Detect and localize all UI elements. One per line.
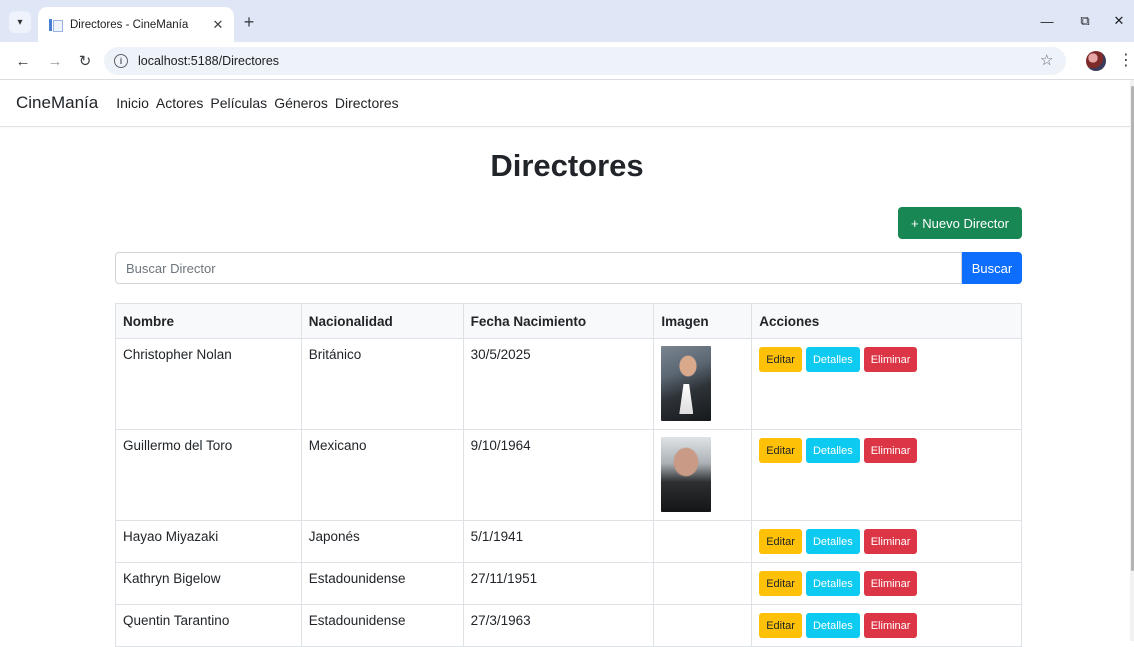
nav-link-actores[interactable]: Actores (156, 95, 203, 111)
window-close-icon[interactable]: ✕ (1104, 9, 1134, 33)
reload-icon[interactable]: ↻ (74, 50, 96, 72)
address-bar: ← → ↻ i localhost:5188/Directores ☆ (0, 42, 1134, 80)
table-row: Guillermo del Toro Mexicano 9/10/1964 Ed… (115, 429, 1022, 521)
nav-link-directores[interactable]: Directores (335, 95, 399, 111)
cell-birth-date: 5/1/1941 (462, 520, 655, 563)
minimize-icon[interactable]: — (1032, 9, 1062, 33)
details-button[interactable]: Detalles (805, 613, 860, 638)
cell-actions: Editar Detalles Eliminar (751, 338, 1022, 430)
cell-name: Kathryn Bigelow (115, 562, 302, 605)
table-header-row: Nombre Nacionalidad Fecha Nacimiento Ima… (115, 303, 1022, 339)
bookmark-star-icon[interactable]: ☆ (1040, 51, 1053, 69)
search-button[interactable]: Buscar (962, 252, 1022, 284)
details-button[interactable]: Detalles (805, 529, 860, 554)
cell-image (653, 562, 753, 605)
browser-tab[interactable]: Directores - CineManía ✕ (38, 7, 234, 42)
site-info-icon[interactable]: i (114, 54, 128, 68)
header-imagen: Imagen (653, 303, 753, 339)
brand-logo[interactable]: CineManía (16, 93, 98, 113)
director-photo (661, 346, 712, 421)
cell-birth-date: 30/5/2025 (462, 338, 655, 430)
new-director-button[interactable]: + Nuevo Director (898, 207, 1022, 239)
cell-actions: Editar Detalles Eliminar (751, 604, 1022, 647)
cell-actions: Editar Detalles Eliminar (751, 520, 1022, 563)
url-text: localhost:5188/Directores (138, 54, 280, 68)
edit-button[interactable]: Editar (759, 438, 802, 463)
edit-button[interactable]: Editar (759, 529, 802, 554)
delete-button[interactable]: Eliminar (863, 529, 918, 554)
cell-image (653, 429, 753, 521)
table-row: Hayao Miyazaki Japonés 5/1/1941 Editar D… (115, 520, 1022, 563)
table-row: Kathryn Bigelow Estadounidense 27/11/195… (115, 562, 1022, 605)
page-title: Directores (490, 148, 644, 183)
edit-button[interactable]: Editar (759, 571, 802, 596)
cell-image (653, 604, 753, 647)
table-row: Christopher Nolan Británico 30/5/2025 Ed… (115, 338, 1022, 430)
new-tab-icon[interactable]: + (238, 11, 260, 33)
header-nacionalidad: Nacionalidad (300, 303, 464, 339)
header-fecha-nacimiento: Fecha Nacimiento (462, 303, 655, 339)
cell-image (653, 520, 753, 563)
director-photo (661, 437, 712, 512)
cell-nationality: Estadounidense (300, 604, 464, 647)
browser-menu-icon[interactable]: ⋮ (1118, 50, 1134, 70)
delete-button[interactable]: Eliminar (863, 438, 918, 463)
delete-button[interactable]: Eliminar (863, 571, 918, 596)
cell-nationality: Mexicano (300, 429, 464, 521)
delete-button[interactable]: Eliminar (863, 347, 918, 372)
nav-links: Inicio Actores Películas Géneros Directo… (116, 95, 405, 111)
url-field[interactable]: i localhost:5188/Directores (104, 47, 1066, 75)
directors-table: Nombre Nacionalidad Fecha Nacimiento Ima… (115, 303, 1022, 647)
tab-search-chevron-icon[interactable]: ▾ (9, 11, 31, 33)
edit-button[interactable]: Editar (759, 347, 802, 372)
tab-title: Directores - CineManía (70, 18, 189, 31)
browser-tab-bar: ▾ Directores - CineManía ✕ + — ⧉ ✕ (0, 0, 1134, 42)
cell-name: Christopher Nolan (115, 338, 302, 430)
cell-actions: Editar Detalles Eliminar (751, 429, 1022, 521)
cell-name: Guillermo del Toro (115, 429, 302, 521)
details-button[interactable]: Detalles (805, 347, 860, 372)
tab-close-icon[interactable]: ✕ (210, 17, 226, 33)
profile-avatar[interactable] (1086, 51, 1106, 71)
search-director-input[interactable] (115, 252, 962, 284)
cell-birth-date: 9/10/1964 (462, 429, 655, 521)
forward-arrow-icon[interactable]: → (44, 50, 66, 72)
restore-icon[interactable]: ⧉ (1070, 9, 1100, 33)
cell-nationality: Británico (300, 338, 464, 430)
nav-link-inicio[interactable]: Inicio (116, 95, 149, 111)
cell-birth-date: 27/3/1963 (462, 604, 655, 647)
details-button[interactable]: Detalles (805, 571, 860, 596)
nav-link-peliculas[interactable]: Películas (210, 95, 267, 111)
cell-nationality: Estadounidense (300, 562, 464, 605)
nav-link-generos[interactable]: Géneros (274, 95, 328, 111)
edit-button[interactable]: Editar (759, 613, 802, 638)
cell-name: Hayao Miyazaki (115, 520, 302, 563)
header-nombre: Nombre (115, 303, 302, 339)
cell-nationality: Japonés (300, 520, 464, 563)
header-acciones: Acciones (751, 303, 1022, 339)
details-button[interactable]: Detalles (805, 438, 860, 463)
cell-birth-date: 27/11/1951 (462, 562, 655, 605)
page-favicon-icon (48, 18, 63, 32)
cell-name: Quentin Tarantino (115, 604, 302, 647)
delete-button[interactable]: Eliminar (863, 613, 918, 638)
site-navbar: CineManía Inicio Actores Películas Géner… (0, 80, 1130, 127)
back-arrow-icon[interactable]: ← (12, 50, 34, 72)
cell-actions: Editar Detalles Eliminar (751, 562, 1022, 605)
cell-image (653, 338, 753, 430)
table-row: Quentin Tarantino Estadounidense 27/3/19… (115, 604, 1022, 647)
